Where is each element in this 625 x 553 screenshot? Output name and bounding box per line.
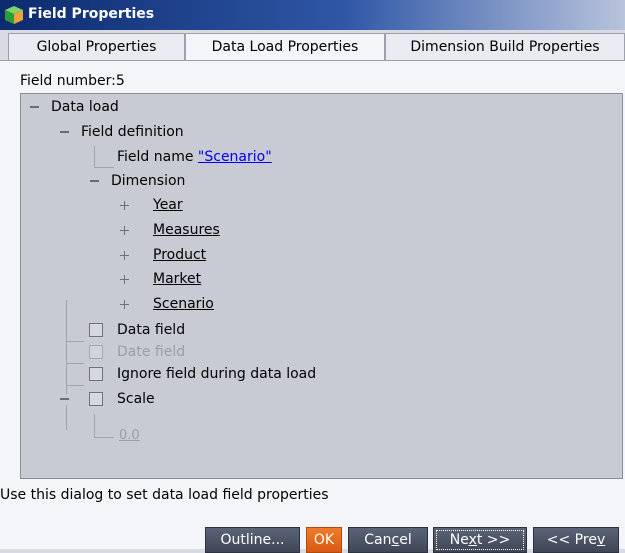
expand-icon[interactable] bbox=[119, 225, 130, 236]
tree-connector bbox=[66, 363, 84, 364]
status-text: Use this dialog to set data load field p… bbox=[0, 487, 329, 503]
expand-icon[interactable] bbox=[119, 200, 130, 211]
dimension-year-link[interactable]: Year bbox=[153, 194, 183, 216]
cube-icon bbox=[5, 6, 23, 24]
cancel-button[interactable]: Cancel bbox=[348, 527, 428, 553]
tree-connector bbox=[66, 300, 67, 430]
date-field-checkbox bbox=[89, 345, 103, 359]
scale-checkbox[interactable] bbox=[89, 392, 103, 406]
tree-node-label: Field definition bbox=[81, 124, 184, 140]
properties-tree[interactable]: Data load Field definition Field name "S… bbox=[20, 93, 623, 479]
tab-data-load-properties[interactable]: Data Load Properties bbox=[185, 33, 385, 60]
outline-button[interactable]: Outline... bbox=[205, 527, 300, 553]
expand-icon[interactable] bbox=[119, 299, 130, 310]
next-label-start: Ne bbox=[449, 532, 469, 548]
ignore-field-label: Ignore field during data load bbox=[117, 366, 317, 382]
tree-connector bbox=[66, 341, 84, 342]
collapse-icon[interactable] bbox=[89, 176, 100, 187]
expand-icon[interactable] bbox=[119, 250, 130, 261]
field-name-link[interactable]: "Scenario" bbox=[198, 149, 272, 165]
tab-bar: Global Properties Data Load Properties D… bbox=[0, 33, 625, 60]
window-title: Field Properties bbox=[28, 6, 155, 22]
title-bar: Field Properties bbox=[0, 0, 625, 30]
tree-connector bbox=[94, 437, 114, 438]
tree-connector bbox=[94, 167, 114, 168]
data-field-label: Data field bbox=[117, 322, 186, 338]
cancel-label-start: Can bbox=[364, 532, 392, 548]
prev-mnemonic: v bbox=[596, 532, 606, 548]
next-button[interactable]: Next >> bbox=[433, 527, 527, 553]
dimension-product-link[interactable]: Product bbox=[153, 244, 206, 266]
collapse-icon[interactable] bbox=[59, 127, 70, 138]
expand-icon[interactable] bbox=[119, 274, 130, 285]
prev-label-start: << Pre bbox=[546, 532, 597, 548]
next-label-end: t >> bbox=[476, 532, 511, 548]
scale-value-row: 0.0 bbox=[119, 425, 140, 447]
ok-button[interactable]: OK bbox=[306, 527, 342, 553]
field-number-label: Field number:5 bbox=[20, 73, 125, 89]
prev-button[interactable]: << Prev bbox=[533, 527, 619, 553]
tab-dimension-build-properties[interactable]: Dimension Build Properties bbox=[385, 33, 625, 60]
tab-global-properties[interactable]: Global Properties bbox=[8, 33, 185, 60]
tree-connector bbox=[94, 414, 95, 438]
date-field-label: Date field bbox=[117, 344, 186, 360]
scale-label: Scale bbox=[117, 391, 155, 407]
field-name-label: Field name bbox=[117, 149, 194, 165]
cancel-label-end: el bbox=[399, 532, 412, 548]
next-mnemonic: x bbox=[468, 532, 477, 548]
dimension-market-link[interactable]: Market bbox=[153, 268, 201, 290]
dimension-measures-link[interactable]: Measures bbox=[153, 219, 220, 241]
scale-value: 0.0 bbox=[119, 428, 140, 443]
tree-node-label: Dimension bbox=[111, 173, 186, 189]
tree-node-label: Data load bbox=[51, 99, 119, 115]
data-field-checkbox[interactable] bbox=[89, 323, 103, 337]
collapse-icon[interactable] bbox=[59, 394, 70, 405]
ignore-field-checkbox[interactable] bbox=[89, 367, 103, 381]
tree-connector bbox=[94, 146, 95, 168]
properties-panel: Field number:5 Data load Field definitio… bbox=[0, 60, 625, 553]
dimension-scenario-link[interactable]: Scenario bbox=[153, 293, 214, 315]
tree-node-field-name: Field name "Scenario" bbox=[117, 146, 272, 168]
collapse-icon[interactable] bbox=[29, 102, 40, 113]
tree-connector bbox=[66, 385, 84, 386]
